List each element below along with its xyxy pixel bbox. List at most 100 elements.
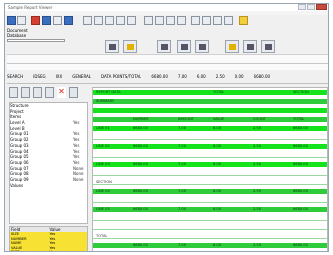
preview-icon[interactable]	[64, 16, 73, 25]
report-rule	[93, 184, 327, 185]
report-cell: 6.00	[213, 243, 222, 247]
report-cell: 6680.00	[293, 162, 308, 166]
report-row: SUMMARY	[93, 99, 327, 104]
summary-value: IDSEG	[33, 74, 46, 79]
document-info: Document Database	[7, 28, 65, 44]
zoom-in-icon[interactable]	[191, 16, 200, 25]
maximize-button[interactable]	[307, 4, 315, 10]
report-cell: AMOUNT	[178, 117, 194, 121]
print-icon[interactable]	[53, 16, 62, 25]
summary-value: IXX	[55, 74, 63, 79]
tree-item-label: Values	[10, 182, 24, 188]
first-page-icon[interactable]	[213, 16, 222, 25]
report-cell: 2.50	[253, 189, 262, 193]
database-field[interactable]	[7, 39, 65, 42]
report-cell: LINE 05	[96, 207, 110, 211]
summary-values: SEARCH IDSEG IXX GENERAL DATA POINTS/TOT…	[7, 74, 328, 80]
cut-icon[interactable]	[83, 16, 92, 25]
summary-value: SEARCH	[7, 74, 24, 79]
tree-item-value	[73, 183, 87, 189]
align-left-icon[interactable]	[144, 16, 153, 25]
line-icon[interactable]	[177, 40, 191, 53]
layout-icon[interactable]	[105, 40, 119, 53]
report-cell: NUMBER	[133, 117, 149, 121]
report-cell: 6680.00	[133, 189, 148, 193]
report-cell: 6.00	[213, 144, 222, 148]
report-row: LINE 03 6680.00 7.00 6.00 2.50 6680.00	[93, 162, 327, 167]
align-right-icon[interactable]	[166, 16, 175, 25]
text-icon[interactable]	[157, 40, 171, 53]
export-icon[interactable]	[261, 40, 275, 53]
report-cell: SUMMARY	[96, 99, 115, 103]
close-button[interactable]	[316, 4, 327, 10]
report-cell: 7.00	[178, 126, 187, 130]
report-rule	[93, 229, 327, 230]
structure-tree[interactable]: Structure Project Items Level A Yes Level…	[9, 102, 88, 224]
report-row	[93, 135, 327, 140]
report-row	[93, 225, 327, 230]
copy-icon[interactable]	[94, 16, 103, 25]
report-cell: 6680.00	[293, 207, 308, 211]
summary-value: 6680.00	[151, 74, 168, 79]
new-icon[interactable]	[7, 16, 16, 25]
last-page-icon[interactable]	[224, 16, 233, 25]
open-icon[interactable]	[17, 16, 26, 25]
bold-icon[interactable]	[177, 16, 186, 25]
report-cell: COUNT	[253, 117, 266, 121]
save-icon[interactable]	[42, 16, 51, 25]
report-cell: 7.00	[178, 189, 187, 193]
report-cell: 7.00	[178, 243, 187, 247]
report-rule	[93, 139, 327, 140]
report-cell: 6680.00	[133, 243, 148, 247]
stop-icon[interactable]	[31, 16, 40, 25]
report-row: TOTAL	[93, 234, 327, 239]
report-cell: 7.00	[178, 207, 187, 211]
image-icon[interactable]	[243, 40, 257, 53]
tree-item[interactable]: Values	[10, 183, 87, 189]
move-icon[interactable]	[21, 87, 30, 98]
report-row: LINE 04 6680.00 7.00 6.00 2.50 6680.00	[93, 189, 327, 194]
report-rule	[93, 175, 327, 176]
property-row[interactable]: TYPEYes	[10, 250, 88, 251]
report-row: NUMBER AMOUNT VALUE COUNT TOTAL	[93, 117, 327, 122]
report-cell: 6.00	[213, 126, 222, 130]
menu-bar	[5, 11, 328, 15]
add-icon[interactable]	[9, 87, 18, 98]
zoom-out-icon[interactable]	[202, 16, 211, 25]
property-value: Yes	[49, 250, 88, 251]
table-icon[interactable]	[127, 16, 136, 25]
report-cell: 7.00	[178, 144, 187, 148]
report-cell: 6680.00	[133, 126, 148, 130]
report-cell: 6680.00	[133, 207, 148, 211]
report-cell: 6680.00	[293, 144, 308, 148]
chart-icon[interactable]	[225, 40, 239, 53]
paste-icon[interactable]	[105, 16, 114, 25]
help-icon[interactable]	[239, 16, 248, 25]
report-row: LINE 05 6680.00 7.00 6.00 2.50 6680.00	[93, 207, 327, 212]
report-cell: 6680.00	[133, 144, 148, 148]
report-view[interactable]: REPORT DATA TOTAL SECTION SUMMARY NUMBER AMOU…	[92, 87, 328, 251]
align-center-icon[interactable]	[155, 16, 164, 25]
grid-icon[interactable]	[116, 16, 125, 25]
summary-value: 2.50	[215, 74, 225, 79]
report-cell: TOTAL	[213, 90, 225, 94]
shape-icon[interactable]	[195, 40, 209, 53]
divider	[7, 83, 328, 84]
window-title: Sample Report Viewer	[8, 5, 53, 10]
summary-value: DATA POINTS/TOTAL	[101, 74, 142, 79]
report-row: LINE 01 6680.00 7.00 6.00 2.50 6680.00	[93, 126, 327, 131]
report-row	[93, 198, 327, 203]
query-bar[interactable]	[7, 54, 328, 70]
report-cell: LINE 04	[96, 189, 110, 193]
info-icon[interactable]	[69, 87, 78, 98]
property-grid[interactable]: Field Value SIZE Yes NUMBER Yes NAME Yes VALUE…	[9, 226, 88, 251]
minimize-button[interactable]	[298, 4, 306, 10]
report-rule	[93, 220, 327, 221]
edit-icon[interactable]	[123, 40, 137, 53]
settings-icon[interactable]	[45, 87, 54, 98]
report-cell: LINE 02	[96, 144, 110, 148]
report-row: SECTION	[93, 180, 327, 185]
refresh-icon[interactable]	[33, 87, 42, 98]
report-row: 6680.00 7.00 6.00 2.50 6680.00	[93, 243, 327, 248]
delete-icon[interactable]: ✕	[57, 87, 66, 98]
